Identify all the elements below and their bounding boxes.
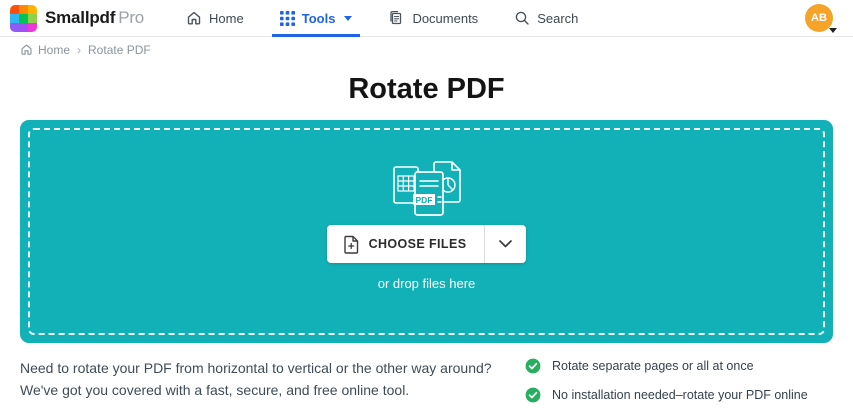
nav-item-home[interactable]: Home bbox=[172, 0, 258, 36]
breadcrumb-home-label: Home bbox=[38, 43, 70, 57]
drop-files-hint: or drop files here bbox=[378, 276, 476, 291]
files-illustration-icon: PDF bbox=[387, 158, 467, 220]
documents-icon bbox=[388, 10, 405, 27]
nav-label-home: Home bbox=[209, 11, 244, 26]
nav-label-search: Search bbox=[537, 11, 578, 26]
tools-grid-icon bbox=[280, 11, 295, 26]
benefit-list: Rotate separate pages or all at once No … bbox=[525, 357, 833, 403]
choose-files-dropdown-button[interactable] bbox=[485, 225, 526, 263]
page-title: Rotate PDF bbox=[0, 73, 853, 106]
nav-item-documents[interactable]: Documents bbox=[374, 0, 492, 36]
tool-footer: Need to rotate your PDF from horizontal … bbox=[0, 343, 853, 403]
nav-label-documents: Documents bbox=[412, 11, 478, 26]
check-circle-icon bbox=[525, 358, 541, 374]
avatar-caret-icon bbox=[829, 28, 837, 33]
file-plus-icon bbox=[343, 235, 360, 254]
choose-files-label: CHOOSE FILES bbox=[369, 237, 467, 251]
choose-files-button[interactable]: CHOOSE FILES bbox=[327, 225, 485, 263]
check-circle-icon bbox=[525, 387, 541, 403]
home-icon bbox=[186, 10, 202, 26]
smallpdf-brand[interactable]: SmallpdfPro bbox=[10, 5, 144, 32]
chevron-down-icon bbox=[499, 240, 512, 248]
smallpdf-logo-icon bbox=[10, 5, 37, 32]
choose-files-split-button: CHOOSE FILES bbox=[327, 225, 527, 263]
file-dropzone[interactable]: PDF CHOOSE FILES or drop files here bbox=[20, 120, 833, 343]
breadcrumb-home[interactable]: Home bbox=[20, 43, 70, 57]
tool-description: Need to rotate your PDF from horizontal … bbox=[20, 357, 502, 403]
brand-name: SmallpdfPro bbox=[45, 8, 144, 28]
search-icon bbox=[514, 10, 530, 26]
chevron-down-icon bbox=[344, 16, 352, 21]
brand-word: Smallpdf bbox=[45, 8, 115, 27]
benefit-text: Rotate separate pages or all at once bbox=[552, 359, 754, 373]
brand-pro-label: Pro bbox=[118, 8, 144, 27]
benefit-text: No installation needed–rotate your PDF o… bbox=[552, 388, 808, 402]
nav-item-tools[interactable]: Tools bbox=[266, 0, 367, 36]
home-icon bbox=[20, 43, 33, 56]
main-nav: Home Tools Documents bbox=[172, 0, 592, 36]
user-menu[interactable]: AB bbox=[805, 4, 833, 32]
benefit-item: Rotate separate pages or all at once bbox=[525, 359, 833, 374]
breadcrumb-current: Rotate PDF bbox=[88, 43, 151, 57]
breadcrumb-separator: › bbox=[77, 43, 81, 57]
pdf-badge-label: PDF bbox=[415, 195, 432, 205]
top-nav-bar: SmallpdfPro Home Tools bbox=[0, 0, 853, 37]
nav-label-tools: Tools bbox=[302, 11, 336, 26]
nav-item-search[interactable]: Search bbox=[500, 0, 592, 36]
benefit-item: No installation needed–rotate your PDF o… bbox=[525, 388, 833, 403]
breadcrumb: Home › Rotate PDF bbox=[0, 37, 853, 62]
